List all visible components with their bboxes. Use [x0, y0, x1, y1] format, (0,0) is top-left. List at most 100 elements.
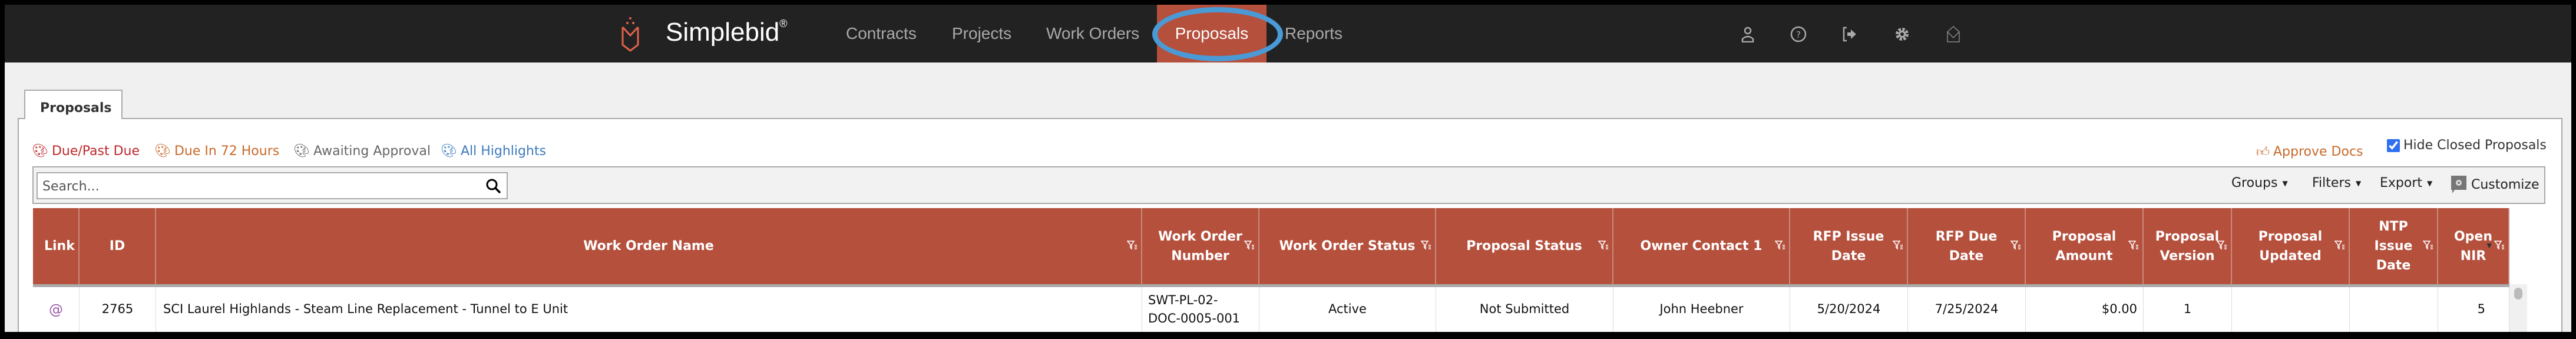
nav-reports[interactable]: Reports [1285, 5, 1342, 62]
thumbs-up-icon: 👍︎ [2256, 145, 2270, 160]
filters-dropdown[interactable]: Filters ▼ [2312, 176, 2361, 190]
cell-value: SCI Laurel Highlands - Steam Line Replac… [163, 302, 568, 317]
palette-icon: 🎨︎ [154, 144, 171, 159]
filters-label: Filters [2312, 176, 2351, 190]
cell-value: John Heebner [1659, 302, 1744, 317]
cell-value: $0.00 [2101, 302, 2137, 317]
column-header[interactable]: Owner Contact 1 [1613, 208, 1790, 284]
table-cell: 5/20/2024 [1790, 287, 1908, 332]
hide-closed-toggle[interactable]: Hide Closed Proposals [2387, 138, 2547, 153]
logout-icon[interactable] [1841, 26, 1858, 42]
gear-icon[interactable] [1894, 26, 1910, 42]
filter-icon[interactable] [1421, 240, 1431, 251]
palette-icon: 🎨︎ [293, 144, 310, 159]
column-header[interactable]: Proposal Updated [2232, 208, 2350, 284]
nav-proposals[interactable]: Proposals [1157, 5, 1266, 62]
logo-icon [621, 17, 639, 52]
caret-down-icon: ▼ [2427, 179, 2433, 187]
link-cell[interactable]: @ [33, 287, 80, 332]
table-header: Link ID Work Order Name Work Order Number Wo… [33, 208, 2509, 284]
column-header[interactable]: Proposal Version [2144, 208, 2232, 284]
customize-button[interactable]: Customize [2451, 176, 2539, 193]
table-cell: 2765 [80, 287, 156, 332]
column-header-label: Work Order Name [583, 239, 714, 254]
approve-docs-label: Approve Docs [2273, 144, 2363, 159]
highlight-label: All Highlights [460, 144, 546, 159]
filter-icon[interactable] [1775, 240, 1785, 251]
table-cell: 5 [2438, 287, 2509, 332]
export-dropdown[interactable]: Export ▼ [2380, 176, 2432, 190]
groups-dropdown[interactable]: Groups ▼ [2231, 176, 2288, 190]
column-header[interactable]: Link [33, 208, 80, 284]
column-header[interactable]: Work Order Status [1259, 208, 1436, 284]
highlight-due-72-hours[interactable]: 🎨︎ Due In 72 Hours [154, 144, 279, 159]
caret-down-icon: ▼ [2282, 179, 2288, 187]
link-icon[interactable]: @ [49, 299, 63, 320]
column-header-label: Work Order Status [1279, 239, 1416, 254]
column-header-label: NTP Issue Date [2374, 219, 2413, 273]
table-cell: 1 [2144, 287, 2232, 332]
column-header[interactable]: Proposal Amount [2026, 208, 2144, 284]
table-row[interactable]: @2765 SCI Laurel Highlands - Steam Line R… [33, 284, 2509, 332]
filter-icon[interactable] [1893, 240, 1903, 251]
column-header[interactable]: Open NIR ▼ [2438, 208, 2509, 284]
user-icon[interactable] [1740, 26, 1756, 42]
column-header[interactable]: ID [80, 208, 156, 284]
column-header[interactable]: RFP Issue Date [1790, 208, 1908, 284]
cell-value: SWT-PL-02-DOC-0005-001 [1148, 292, 1241, 326]
approve-docs-button[interactable]: 👍︎ Approve Docs [2256, 144, 2363, 160]
table-cell: Not Submitted [1436, 287, 1613, 332]
column-header-label: RFP Issue Date [1813, 229, 1884, 264]
registered-mark: ® [779, 18, 788, 29]
filter-icon[interactable] [2128, 240, 2139, 251]
column-header-label: Proposal Status [1466, 239, 1582, 254]
brand-logo[interactable]: Simplebid® [666, 18, 787, 47]
hide-closed-checkbox[interactable] [2387, 139, 2400, 152]
tab-proposals[interactable]: Proposals [24, 90, 123, 119]
help-icon[interactable]: ? [1790, 26, 1807, 42]
highlight-label: Due In 72 Hours [174, 144, 280, 159]
highlight-all[interactable]: 🎨︎ All Highlights [441, 144, 546, 159]
highlight-awaiting-approval[interactable]: 🎨︎ Awaiting Approval [293, 144, 431, 159]
mail-icon[interactable] [1945, 26, 1962, 42]
nav-contracts[interactable]: Contracts [846, 5, 917, 62]
filter-icon[interactable] [2010, 240, 2021, 251]
table-cell: John Heebner [1613, 287, 1790, 332]
app-window: Simplebid® Contracts Projects Work Order… [5, 5, 2571, 332]
filter-icon[interactable] [2423, 240, 2433, 251]
search-input[interactable]: Search... [37, 172, 508, 199]
table-cell: Active [1259, 287, 1436, 332]
cell-value: 1 [2183, 302, 2192, 317]
filter-icon[interactable] [1127, 240, 1137, 251]
sort-icon[interactable]: ▼ [2487, 241, 2492, 251]
column-header[interactable]: Work Order Number [1142, 208, 1259, 284]
filter-icon[interactable] [1244, 240, 1255, 251]
filter-icon[interactable] [2494, 240, 2505, 251]
cell-value: 5 [2477, 302, 2485, 317]
export-label: Export [2380, 176, 2423, 190]
highlight-due-past-due[interactable]: 🎨︎ Due/Past Due [32, 144, 140, 159]
column-header[interactable]: RFP Due Date [1908, 208, 2026, 284]
column-header-label: Owner Contact 1 [1640, 239, 1762, 254]
filter-icon[interactable] [2217, 240, 2227, 251]
caret-down-icon: ▼ [2355, 179, 2362, 187]
column-header[interactable]: Proposal Status [1436, 208, 1613, 284]
search-icon[interactable] [485, 178, 502, 195]
column-header[interactable]: Work Order Name [156, 208, 1142, 284]
filter-icon[interactable] [1598, 240, 1609, 251]
cell-value: 2765 [101, 302, 134, 317]
top-nav: Simplebid® Contracts Projects Work Order… [5, 5, 2571, 62]
customize-gear-icon [2451, 176, 2466, 193]
nav-work-orders[interactable]: Work Orders [1046, 5, 1139, 62]
column-header[interactable]: NTP Issue Date [2350, 208, 2438, 284]
column-header-label: Proposal Version [2155, 229, 2220, 264]
table-cell: SCI Laurel Highlands - Steam Line Replac… [156, 287, 1142, 332]
table-cell [2350, 287, 2438, 332]
cell-value: 5/20/2024 [1817, 302, 1881, 317]
cell-value: Not Submitted [1479, 302, 1570, 317]
search-placeholder: Search... [42, 179, 100, 194]
hide-closed-label: Hide Closed Proposals [2403, 138, 2547, 153]
scrollbar-thumb[interactable] [2514, 288, 2522, 299]
filter-icon[interactable] [2334, 240, 2345, 251]
nav-projects[interactable]: Projects [952, 5, 1011, 62]
